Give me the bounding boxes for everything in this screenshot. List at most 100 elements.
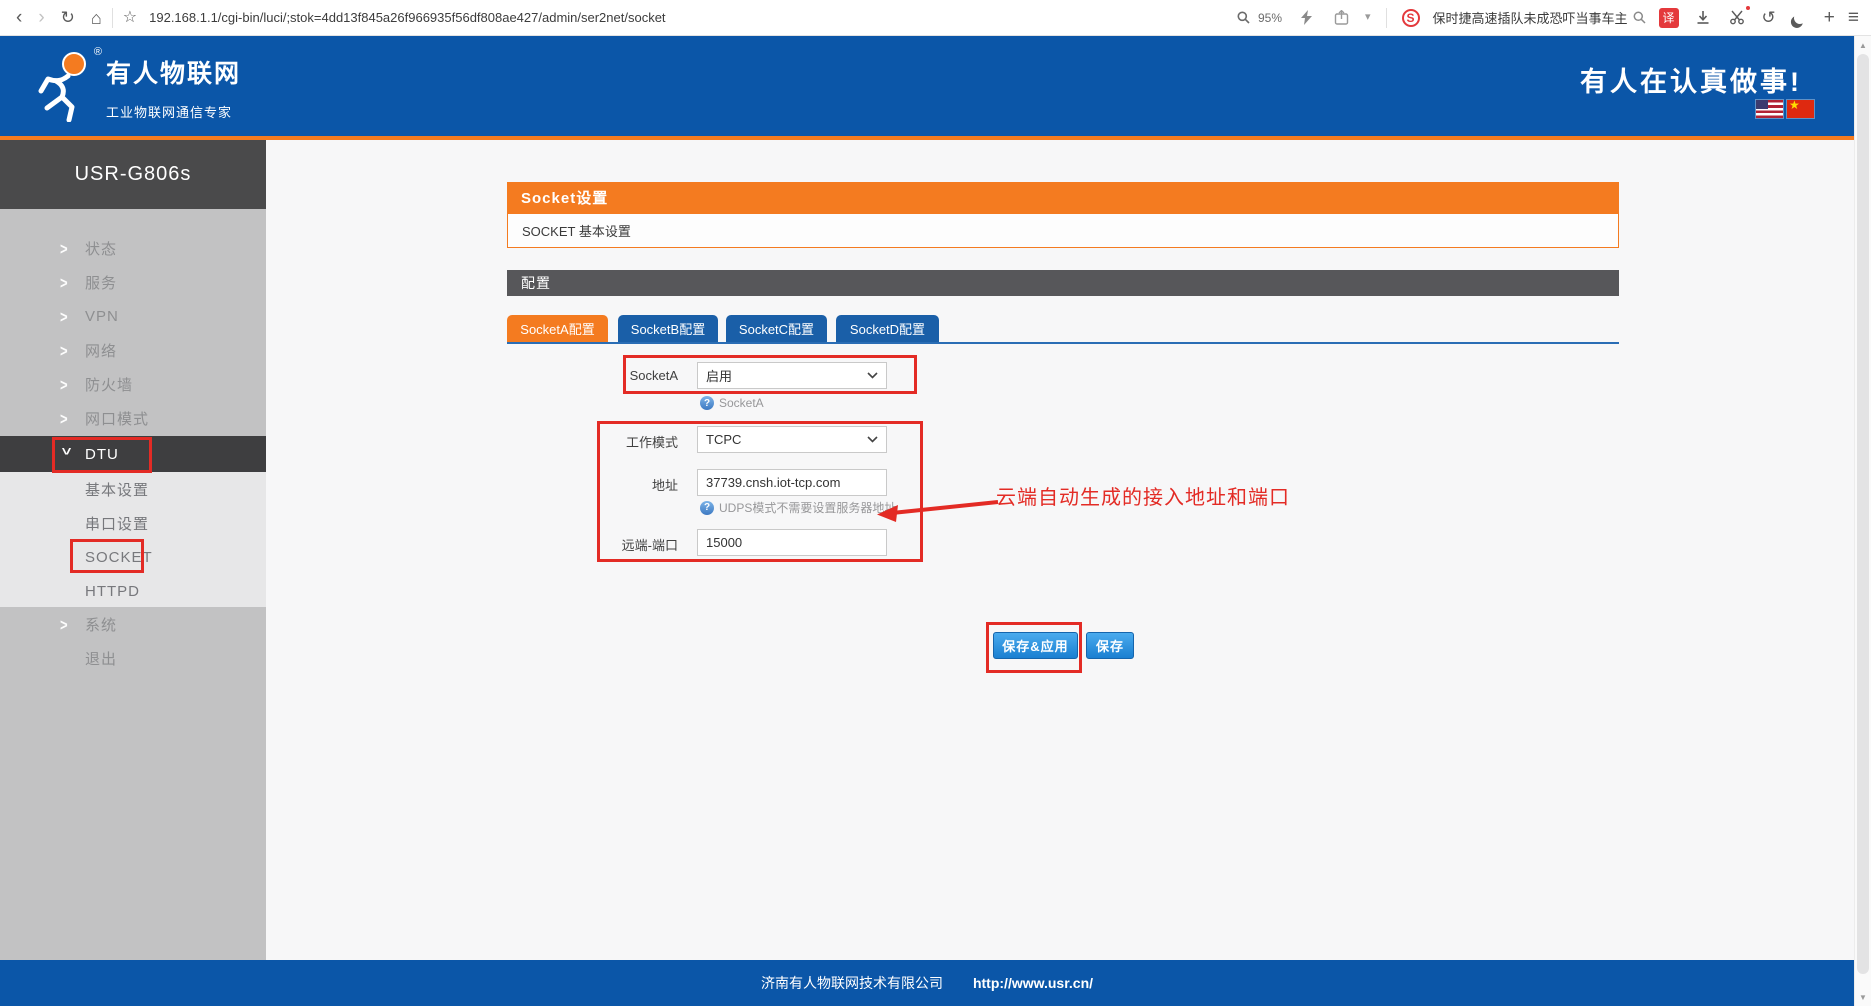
tab-socket-a[interactable]: SocketA配置 xyxy=(507,315,608,342)
sidebar-item-vpn[interactable]: > VPN xyxy=(0,299,266,333)
usr-logo: ® xyxy=(34,50,98,122)
help-icon: ? xyxy=(700,501,714,515)
footer-company: 济南有人物联网技术有限公司 xyxy=(761,973,943,993)
scrollbar-down-arrow[interactable]: ▼ xyxy=(1855,989,1871,1005)
config-section-bar: 配置 xyxy=(507,270,1619,296)
remote-port-input[interactable] xyxy=(697,529,887,556)
chevron-right-icon: > xyxy=(60,374,74,394)
brand-tagline: 工业物联网通信专家 xyxy=(106,102,241,121)
page-scrollbar[interactable]: ▲ ▼ xyxy=(1854,36,1871,1006)
browser-toolbar: ‹ › ↻ ⌂ ☆ 192.168.1.1/cgi-bin/luci/;stok… xyxy=(0,0,1871,36)
hint-text: UDPS模式不需要设置服务器地址 xyxy=(719,499,896,516)
sidebar-subitem-label: HTTPD xyxy=(85,583,140,600)
browser-menu-icon[interactable]: ≡ xyxy=(1848,8,1859,27)
sidebar-item-label: 网络 xyxy=(85,340,117,361)
sidebar-subitem-basic-settings[interactable]: 基本设置 xyxy=(0,472,266,506)
header-slogan: 有人在认真做事! xyxy=(1580,60,1802,99)
translate-icon[interactable]: 译 xyxy=(1659,8,1679,28)
tab-socket-d[interactable]: SocketD配置 xyxy=(836,315,939,342)
panel-title-bar: Socket设置 xyxy=(507,182,1619,213)
zoom-level-label: 95% xyxy=(1258,11,1282,25)
chevron-right-icon: > xyxy=(60,238,74,258)
hint-text: SocketA xyxy=(719,396,764,410)
tab-socket-c[interactable]: SocketC配置 xyxy=(726,315,827,342)
history-undo-icon[interactable]: ↺ xyxy=(1762,9,1776,26)
panel-subtitle-box: SOCKET 基本设置 xyxy=(507,213,1619,248)
sidebar-item-network[interactable]: > 网络 xyxy=(0,333,266,367)
socketa-enable-select[interactable]: 启用 xyxy=(697,362,887,389)
sidebar-subitem-label: 串口设置 xyxy=(85,513,149,534)
toolbar-chevron-down-icon[interactable]: ▾ xyxy=(1365,12,1371,23)
sidebar-item-system[interactable]: > 系统 xyxy=(0,607,266,641)
brand-block: 有人物联网 工业物联网通信专家 xyxy=(106,54,241,121)
sidebar-item-firewall[interactable]: > 防火墙 xyxy=(0,367,266,401)
search-icon xyxy=(1633,11,1646,24)
remote-port-label: 远端-端口 xyxy=(540,535,678,554)
sidebar-subitem-socket[interactable]: SOCKET xyxy=(0,540,266,574)
chevron-right-icon: > xyxy=(60,272,74,292)
sidebar-item-services[interactable]: > 服务 xyxy=(0,265,266,299)
share-icon[interactable] xyxy=(1330,7,1352,29)
scrollbar-up-arrow[interactable]: ▲ xyxy=(1855,37,1871,53)
toolbar-right-tools: 95% ▾ S 保时捷高速插队未成恐吓当事车主 译 ↺ xyxy=(1233,7,1871,29)
app-header: ® 有人物联网 工业物联网通信专家 有人在认真做事! ★ xyxy=(0,36,1854,136)
toolbar-divider xyxy=(112,8,113,28)
night-mode-moon-icon[interactable] xyxy=(1789,7,1811,29)
sogou-logo-icon[interactable]: S xyxy=(1402,9,1420,27)
address-hint: ? UDPS模式不需要设置服务器地址 xyxy=(700,499,896,516)
socketa-label: SocketA xyxy=(540,368,678,383)
sidebar-item-label: 状态 xyxy=(85,238,117,259)
page-zoom-control[interactable]: 95% xyxy=(1233,7,1282,29)
refresh-icon[interactable]: ↻ xyxy=(61,9,75,26)
work-mode-value: TCPC xyxy=(706,432,741,447)
brand-name: 有人物联网 xyxy=(106,54,241,90)
address-input[interactable] xyxy=(697,469,887,496)
sidebar-item-port-mode[interactable]: > 网口模式 xyxy=(0,401,266,435)
forward-icon[interactable]: › xyxy=(38,8,44,27)
chevron-down-icon: > xyxy=(57,447,77,461)
sidebar-item-status[interactable]: > 状态 xyxy=(0,231,266,265)
sidebar-item-label: 网口模式 xyxy=(85,408,149,429)
new-tab-plus-icon[interactable]: + xyxy=(1824,8,1835,27)
sidebar-item-label: 服务 xyxy=(85,272,117,293)
tab-socket-b[interactable]: SocketB配置 xyxy=(618,315,718,342)
sidebar-item-label: VPN xyxy=(85,308,119,325)
address-bar[interactable]: 192.168.1.1/cgi-bin/luci/;stok=4dd13f845… xyxy=(149,10,665,25)
download-icon[interactable] xyxy=(1692,7,1714,29)
zoom-magnifier-icon xyxy=(1233,7,1255,29)
chevron-right-icon: > xyxy=(60,306,74,326)
work-mode-select[interactable]: TCPC xyxy=(697,426,887,453)
language-flags: ★ xyxy=(1756,100,1814,118)
chevron-right-icon: > xyxy=(60,340,74,360)
sidebar-item-logout[interactable]: > 退出 xyxy=(0,641,266,675)
sidebar-subitem-serial-settings[interactable]: 串口设置 xyxy=(0,506,266,540)
hot-search-box[interactable]: 保时捷高速插队未成恐吓当事车主 xyxy=(1433,8,1646,27)
save-apply-button[interactable]: 保存&应用 xyxy=(993,632,1078,659)
sidebar-subitem-label: 基本设置 xyxy=(85,479,149,500)
sidebar-item-label: 系统 xyxy=(85,614,117,635)
back-icon[interactable]: ‹ xyxy=(16,8,22,27)
chinese-flag-icon[interactable]: ★ xyxy=(1787,100,1814,118)
page: ‹ › ↻ ⌂ ☆ 192.168.1.1/cgi-bin/luci/;stok… xyxy=(0,0,1871,1006)
sidebar-subitem-httpd[interactable]: HTTPD xyxy=(0,574,266,608)
sidebar-item-label: 退出 xyxy=(85,648,117,669)
speed-boost-icon[interactable] xyxy=(1295,7,1317,29)
screenshot-scissors-icon[interactable] xyxy=(1727,7,1749,29)
hot-search-text: 保时捷高速插队未成恐吓当事车主 xyxy=(1433,8,1628,27)
save-button[interactable]: 保存 xyxy=(1086,632,1134,659)
tabs-underline xyxy=(507,342,1619,344)
address-label: 地址 xyxy=(540,475,678,494)
home-icon[interactable]: ⌂ xyxy=(91,9,102,27)
sidebar-item-label: 防火墙 xyxy=(85,374,133,395)
scrollbar-thumb[interactable] xyxy=(1857,54,1869,974)
sidebar-subitem-label: SOCKET xyxy=(85,549,153,566)
footer-site-link[interactable]: http://www.usr.cn/ xyxy=(973,975,1093,991)
help-icon: ? xyxy=(700,396,714,410)
sidebar-item-dtu[interactable]: > DTU xyxy=(0,436,266,472)
device-model-title: USR-G806s xyxy=(0,140,266,209)
work-mode-label: 工作模式 xyxy=(540,432,678,451)
bookmark-star-icon[interactable]: ☆ xyxy=(123,10,137,26)
sidebar: USR-G806s > 状态 > 服务 > VPN > 网络 > 防火墙 > 网… xyxy=(0,140,266,960)
english-flag-icon[interactable] xyxy=(1756,100,1783,118)
annotation-note: 云端自动生成的接入地址和端口 xyxy=(996,481,1290,510)
